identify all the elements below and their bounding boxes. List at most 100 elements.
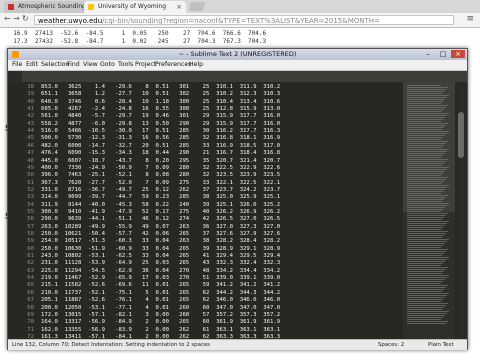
- code-line[interactable]: 853.0 3625 1.4 -29.6 8 0.51 301 25 310.1…: [41, 84, 280, 90]
- code-line[interactable]: 172.0 13015 -57.1 -82.1 3 0.00 260 57 35…: [41, 312, 280, 318]
- minimap-line: [407, 283, 441, 284]
- minimap-line: [407, 91, 444, 92]
- close-tab-icon[interactable]: ×: [176, 1, 182, 13]
- code-line[interactable]: 219.0 11467 -52.9 -65.9 17 0.03 270 51 3…: [41, 275, 280, 281]
- code-line[interactable]: 254.0 10517 -51.3 -60.3 33 0.04 263 38 3…: [41, 238, 280, 244]
- code-line[interactable]: 205.1 11887 -52.6 -76.1 4 0.01 265 62 34…: [41, 297, 280, 303]
- browser-menu-icon[interactable]: ≡: [466, 14, 474, 24]
- code-line[interactable]: 290.0 9639 -44.1 -51.1 46 0.12 274 42 32…: [41, 216, 280, 222]
- minimap-line: [407, 115, 447, 116]
- menu-project[interactable]: Project: [135, 60, 156, 70]
- code-line[interactable]: 500.0 5730 -12.3 -31.3 16 0.56 285 32 31…: [41, 135, 280, 141]
- code-line[interactable]: 476.4 6090 -15.3 -34.3 18 0.44 290 21 31…: [41, 150, 280, 156]
- line-number: 46: [27, 142, 34, 149]
- favicon-icon: [88, 4, 94, 10]
- menu-view[interactable]: View: [83, 60, 98, 70]
- back-icon[interactable]: ←: [4, 14, 11, 23]
- minimap-line: [407, 277, 447, 278]
- menu-selection[interactable]: Selection: [41, 60, 70, 70]
- minimap-line: [407, 185, 449, 186]
- minimap-line: [407, 233, 446, 234]
- editor-area[interactable]: 38 39 40 41 42 43 44 45 46 47 48 49 50 51 52 53 54 55 56 57…: [8, 82, 467, 339]
- sublime-text-window: ~ - Sublime Text 2 (UNREGISTERED) – □ × …: [7, 48, 468, 350]
- code-line[interactable]: 482.0 6000 -14.7 -32.7 20 0.51 285 33 31…: [41, 143, 280, 149]
- code-line[interactable]: 250.0 10621 -50.4 -57.7 42 0.06 265 37 3…: [41, 231, 280, 237]
- syntax-selector[interactable]: Plain Text: [428, 340, 454, 350]
- url-input[interactable]: weather.uwyo.edu/cgi-bin/sounding?region…: [34, 15, 454, 25]
- minimap-line: [407, 221, 449, 222]
- code-line[interactable]: 311.9 9144 -40.0 -45.3 58 0.22 240 39 32…: [41, 202, 280, 208]
- minimap-line: [407, 131, 449, 132]
- code-line[interactable]: 516.0 5486 -10.5 -30.0 17 0.51 285 30 31…: [41, 128, 280, 134]
- code-line[interactable]: 250.0 10630 -51.9 -60.9 33 0.04 265 39 3…: [41, 246, 280, 252]
- indentation-setting[interactable]: Spaces: 2: [378, 340, 404, 350]
- code-line[interactable]: 400.0 7330 -24.9 -50.9 7 0.09 280 32 322…: [41, 165, 280, 171]
- code-line[interactable]: 331.0 8716 -36.7 -49.7 25 0.12 262 37 32…: [41, 187, 280, 193]
- minimap-line: [407, 315, 445, 316]
- browser-tab-university-of-wyoming[interactable]: University of Wyoming ×: [84, 1, 186, 13]
- line-number: 65: [27, 282, 34, 289]
- line-number: 48: [27, 157, 34, 164]
- code-line[interactable]: 640.0 3746 0.6 -28.4 10 1.18 300 25 310.…: [41, 99, 280, 105]
- line-number: 58: [27, 231, 34, 237]
- code-line[interactable]: 164.0 13317 -56.9 -84.9 2 0.00 265 60 36…: [41, 319, 280, 325]
- minimap-line: [407, 121, 441, 122]
- minimap-line: [407, 165, 442, 166]
- code-line[interactable]: 200.0 12050 -53.1 -77.1 4 0.01 260 60 34…: [41, 305, 280, 311]
- minimap-line: [407, 209, 443, 210]
- menu-goto[interactable]: Goto: [100, 60, 115, 70]
- code-line[interactable]: 367.3 7620 -27.7 -52.0 7 0.09 275 33 322…: [41, 180, 280, 186]
- line-number: 50: [27, 172, 34, 179]
- close-window-icon[interactable]: ×: [451, 50, 465, 58]
- code-line[interactable]: 243.0 10802 -53.1 -62.5 33 0.04 265 41 3…: [41, 253, 280, 259]
- forward-icon[interactable]: →: [13, 14, 20, 23]
- code-line[interactable]: 561.0 4840 -5.7 -29.7 19 0.46 301 29 315…: [41, 113, 280, 119]
- new-tab-button[interactable]: [188, 2, 206, 11]
- editor-tab[interactable]: [8, 71, 22, 82]
- vertical-scrollbar[interactable]: [457, 82, 465, 339]
- menu-preferences[interactable]: Preferences: [155, 60, 191, 70]
- minimap-line: [407, 127, 444, 128]
- code-line[interactable]: 210.0 11737 -52.1 -75.1 5 0.01 265 62 34…: [41, 290, 280, 296]
- minimap[interactable]: [403, 82, 455, 339]
- code-line[interactable]: 225.0 11294 -54.5 -62.9 36 0.04 270 48 3…: [41, 268, 280, 274]
- minimap-line: [407, 107, 446, 108]
- code-line[interactable]: 300.0 9410 -41.9 -47.9 52 0.17 275 40 32…: [41, 209, 280, 215]
- minimap-line: [407, 147, 442, 148]
- minimap-line: [407, 143, 446, 144]
- menu-tools[interactable]: Tools: [118, 60, 133, 70]
- minimap-line: [407, 243, 445, 244]
- minimap-line: [407, 125, 446, 126]
- minimap-line: [407, 105, 448, 106]
- minimap-line: [407, 307, 444, 308]
- menu-help[interactable]: Help: [189, 60, 203, 70]
- scrollbar-thumb[interactable]: [458, 112, 464, 158]
- code-line[interactable]: 558.2 4877 -6.0 -29.8 13 0.50 290 29 315…: [41, 121, 280, 127]
- code-line[interactable]: 263.0 10289 -49.9 -55.9 49 0.07 263 36 3…: [41, 224, 280, 230]
- line-number: 47: [27, 150, 34, 157]
- minimap-line: [407, 171, 445, 172]
- minimap-line: [407, 85, 441, 86]
- menu-edit[interactable]: Edit: [26, 60, 38, 70]
- code-line[interactable]: 314.0 9099 -39.7 -44.7 59 0.23 285 38 32…: [41, 194, 280, 200]
- minimap-line: [407, 201, 442, 202]
- code-line[interactable]: 231.0 11128 -53.9 -64.9 25 0.03 265 43 3…: [41, 260, 280, 266]
- minimap-line: [407, 139, 441, 140]
- menu-find[interactable]: Find: [67, 60, 80, 70]
- minimap-line: [407, 309, 442, 310]
- code-line[interactable]: 605.0 4267 -2.4 -24.8 16 0.55 300 25 312…: [41, 106, 280, 112]
- minimap-line: [407, 183, 442, 184]
- minimap-line: [407, 173, 443, 174]
- code-line[interactable]: 651.1 3658 1.2 -27.7 10 0.51 302 25 310.…: [41, 91, 280, 97]
- minimap-line: [407, 133, 447, 134]
- reload-icon[interactable]: ↻: [22, 14, 29, 23]
- code-line[interactable]: 162.0 13355 -56.9 -83.9 2 0.00 262 61 36…: [41, 327, 280, 333]
- code-line[interactable]: 396.0 7463 -25.1 -52.1 8 0.08 280 32 323…: [41, 172, 280, 178]
- code-line[interactable]: 445.0 6607 -18.7 -43.7 8 0.20 295 35 320…: [41, 158, 280, 164]
- line-number: 57: [27, 223, 34, 230]
- menu-file[interactable]: File: [12, 60, 22, 70]
- maximize-icon[interactable]: □: [436, 50, 450, 58]
- minimap-line: [407, 245, 443, 246]
- code-line[interactable]: 215.1 11582 -52.6 -69.6 11 0.01 265 59 3…: [41, 282, 280, 288]
- minimize-icon[interactable]: –: [421, 50, 435, 58]
